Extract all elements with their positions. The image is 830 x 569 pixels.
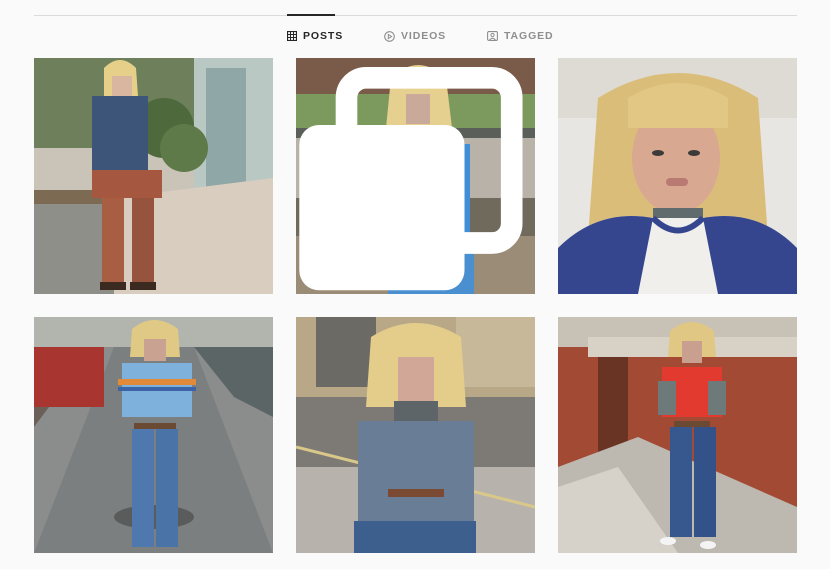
play-icon — [384, 30, 395, 42]
profile-tabs: POSTS VIDEOS TAGGED — [0, 30, 830, 46]
profile-posts-page: POSTS VIDEOS TAGGED — [0, 0, 830, 569]
tab-tagged[interactable]: TAGGED — [487, 30, 554, 42]
tab-posts[interactable]: POSTS — [287, 30, 343, 42]
tab-videos-label: VIDEOS — [401, 30, 447, 42]
tag-icon — [487, 31, 498, 41]
post-thumbnail[interactable] — [34, 317, 273, 553]
photo-icon — [558, 317, 797, 553]
active-tab-indicator — [287, 14, 335, 16]
grid-icon — [287, 31, 297, 41]
tab-posts-label: POSTS — [303, 30, 344, 42]
photo-icon — [296, 317, 535, 553]
multiple-posts-icon — [299, 66, 523, 291]
tab-tagged-label: TAGGED — [504, 30, 554, 42]
post-thumbnail[interactable] — [558, 58, 797, 294]
post-thumbnail[interactable] — [34, 58, 273, 294]
post-thumbnail[interactable] — [296, 58, 535, 294]
photo-icon — [34, 317, 273, 553]
post-thumbnail[interactable] — [558, 317, 797, 553]
photo-icon — [558, 58, 797, 294]
tab-videos[interactable]: VIDEOS — [384, 30, 446, 42]
post-thumbnail[interactable] — [296, 317, 535, 553]
tab-divider — [34, 15, 797, 16]
photo-icon — [34, 58, 273, 294]
